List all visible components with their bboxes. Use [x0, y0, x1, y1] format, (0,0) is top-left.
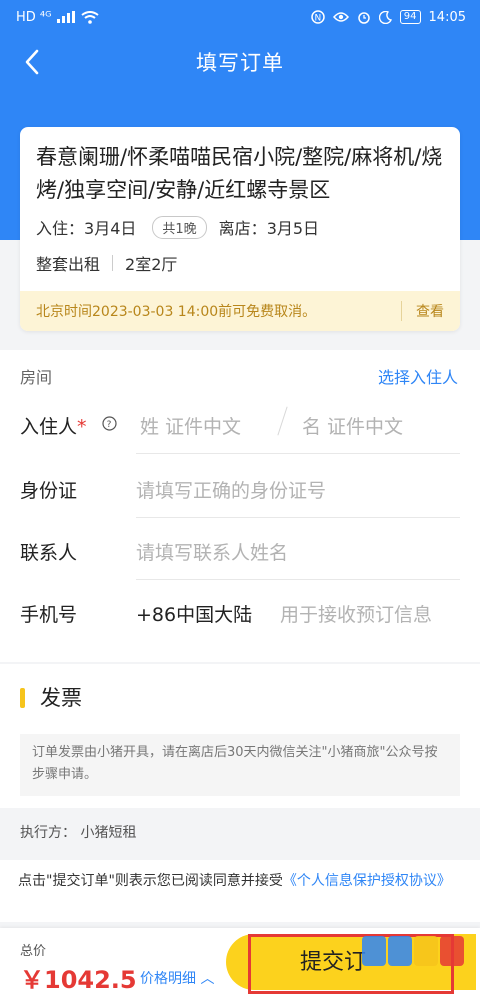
section-accent-bar [20, 688, 25, 708]
guest-name-label-text: 入住人 [20, 416, 78, 438]
invoice-section: 发票 订单发票由小猪开具，请在离店后30天内微信关注"小猪商旅"公众号按步骤申请… [0, 664, 480, 808]
contact-row: 联系人 请填写联系人姓名 [0, 520, 480, 580]
country-code-select[interactable]: +86中国大陆 [136, 600, 252, 627]
stay-dates: 入住： 3月4日 共1晚 离店： 3月5日 [36, 215, 319, 239]
cancel-policy-bar: 北京时间2023-03-03 14:00前可免费取消。 查看 [20, 291, 460, 331]
privacy-agreement-link[interactable]: 《个人信息保护授权协议》 [283, 873, 451, 889]
watermark-logo [362, 936, 464, 966]
room-count: 2室2厅 [125, 255, 178, 274]
phone-label: 手机号 [20, 604, 78, 626]
row-divider [136, 579, 460, 580]
row-divider [136, 453, 460, 454]
moon-icon [378, 10, 392, 24]
contact-label: 联系人 [20, 542, 78, 564]
room-section-label: 房间 [20, 368, 53, 387]
id-number-input[interactable]: 请填写正确的身份证号 [136, 476, 326, 503]
eye-icon [332, 12, 349, 22]
page-title: 填写订单 [196, 51, 284, 75]
id-row: 身份证 请填写正确的身份证号 [0, 458, 480, 518]
checkout-label: 离店： [218, 219, 267, 238]
signal-icon [57, 11, 76, 23]
required-mark: * [77, 416, 87, 438]
rent-type: 整套出租 [36, 255, 101, 274]
clock: 14:05 [428, 9, 466, 25]
checkin-label: 入住： [36, 219, 85, 238]
price-detail-button[interactable]: 价格明细 ︿ [140, 968, 214, 988]
id-label: 身份证 [20, 480, 78, 502]
invoice-note: 订单发票由小猪开具，请在离店后30天内微信关注"小猪商旅"公众号按步骤申请。 [20, 734, 460, 796]
guest-info-section: 房间 选择入住人 入住人* ? 姓 证件中文 名 证件中文 身份证 请填写正确的… [0, 350, 480, 662]
nfc-icon: N [311, 10, 325, 24]
status-bar: HD ⁴ᴳ N 94 14:05 [0, 0, 480, 34]
select-guests-link[interactable]: 选择入住人 [378, 364, 458, 388]
given-name-input[interactable]: 名 证件中文 [302, 412, 403, 439]
cancel-notice: 北京时间2023-03-03 14:00前可免费取消。 [36, 304, 317, 320]
checkin-date: 3月4日 [84, 219, 137, 238]
nav-bar: 填写订单 [0, 34, 480, 90]
alarm-icon [358, 12, 370, 24]
phone-row: 手机号 +86中国大陆 用于接收预订信息 [0, 582, 480, 642]
invoice-title: 发票 [40, 686, 82, 710]
total-price: ￥1042.5 [20, 966, 137, 994]
row-divider [136, 517, 460, 518]
network-indicator: HD ⁴ᴳ [16, 9, 52, 25]
status-left: HD ⁴ᴳ [16, 9, 100, 25]
executor-text: 执行方： 小猪短租 [20, 825, 137, 841]
nights-badge: 共1晚 [152, 215, 207, 239]
back-button[interactable] [12, 42, 52, 82]
phone-input[interactable]: 用于接收预订信息 [280, 600, 432, 627]
status-right: N 94 14:05 [311, 10, 466, 25]
hotel-title: 春意阑珊/怀柔喵喵民宿小院/整院/麻将机/烧烤/独享空间/安静/近红螺寺景区 [36, 145, 443, 202]
wifi-icon [81, 10, 100, 24]
contact-name-input[interactable]: 请填写联系人姓名 [136, 538, 288, 565]
hotel-card[interactable]: 春意阑珊/怀柔喵喵民宿小院/整院/麻将机/烧烤/独享空间/安静/近红螺寺景区 入… [20, 127, 460, 331]
surname-input[interactable]: 姓 证件中文 [140, 412, 241, 439]
checkout-date: 3月5日 [266, 219, 320, 238]
agreement-notice: 点击"提交订单"则表示您已阅读同意并接受《个人信息保护授权协议》 [0, 860, 480, 922]
name-divider [277, 406, 288, 436]
guest-name-row: 入住人* ? 姓 证件中文 名 证件中文 [0, 394, 480, 454]
svg-text:?: ? [107, 420, 112, 430]
view-policy-link[interactable]: 查看 [401, 301, 444, 321]
help-icon[interactable]: ? [102, 416, 117, 431]
chevron-left-icon [25, 49, 39, 75]
guest-name-label: 入住人* [20, 412, 87, 439]
total-label: 总价 [20, 944, 47, 959]
battery-indicator: 94 [399, 10, 421, 24]
room-type: 整套出租 2室2厅 [36, 251, 177, 275]
divider [112, 255, 114, 271]
agreement-text: 点击"提交订单"则表示您已阅读同意并接受 [18, 873, 283, 889]
svg-text:N: N [314, 14, 321, 24]
